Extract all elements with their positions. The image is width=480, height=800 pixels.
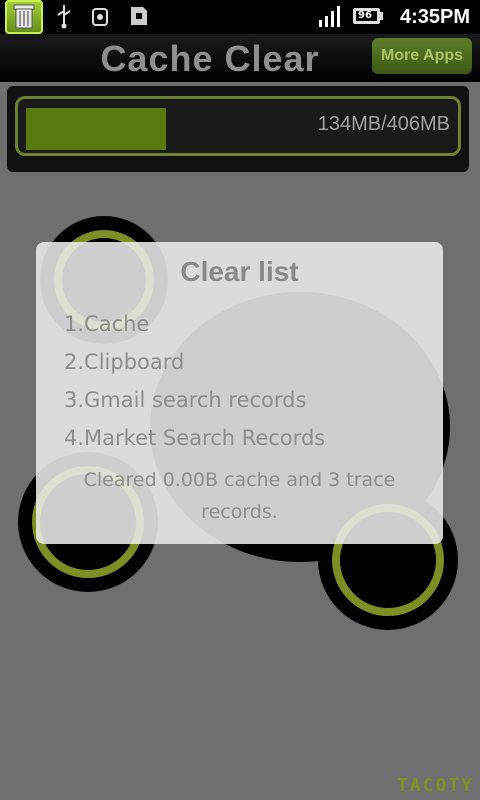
status-bar: 96 4:35PM <box>0 0 480 34</box>
list-item: 2.Clipboard <box>64 350 185 374</box>
app-header: Cache Clear More Apps <box>0 34 480 82</box>
trash-app-icon <box>5 0 43 34</box>
more-apps-button[interactable]: More Apps <box>372 38 472 74</box>
signal-icon <box>318 3 344 29</box>
storage-used-label: 134MB/406MB <box>317 113 450 135</box>
list-item: 1.Cache <box>64 312 150 336</box>
clock: 4:35PM <box>399 6 470 28</box>
app-title: Cache Clear <box>100 38 320 79</box>
storage-panel: 134MB/406MB <box>7 86 469 172</box>
storage-progress-bar: 134MB/406MB <box>15 96 461 156</box>
battery-level: 96 <box>358 10 372 21</box>
clear-list-dialog[interactable]: Clear list 1.Cache 2.Clipboard 3.Gmail s… <box>36 242 443 544</box>
usb-debug-icon <box>88 3 112 29</box>
dialog-title: Clear list <box>180 256 299 287</box>
list-item: 3.Gmail search records <box>64 388 307 412</box>
list-item: 4.Market Search Records <box>64 426 326 450</box>
clear-result-message: Cleared 0.00B cache and 3 trace records. <box>83 469 396 523</box>
usb-icon <box>54 3 74 29</box>
storage-progress-fill <box>26 108 166 150</box>
brand-logo: TACOTY <box>396 775 474 796</box>
sd-card-icon <box>127 3 151 29</box>
